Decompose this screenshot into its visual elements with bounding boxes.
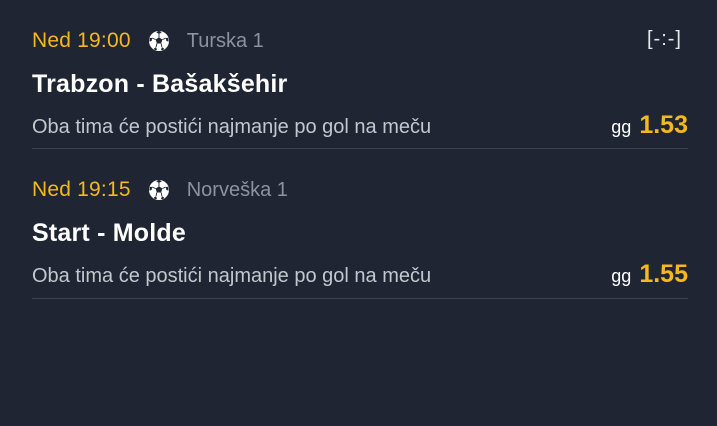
soccer-ball-icon [147, 179, 170, 201]
odd-value: 1.55 [639, 260, 688, 288]
market-description: Oba tima će postići najmanje po gol na m… [32, 116, 432, 138]
match-time: Ned 19:00 [32, 29, 131, 52]
score-placeholder: [-:-] [647, 28, 682, 50]
match-card[interactable]: Ned 19:00 Turska 1 [-:-] Trabzon - Bašak… [32, 0, 688, 149]
odd-value: 1.53 [639, 111, 688, 139]
league-name: Norveška 1 [186, 178, 288, 201]
league-name: Turska 1 [186, 29, 264, 52]
market-description: Oba tima će postići najmanje po gol na m… [32, 265, 432, 287]
odds-selection[interactable]: gg 1.53 [611, 111, 688, 140]
match-time: Ned 19:15 [32, 178, 131, 201]
bet-list: Ned 19:00 Turska 1 [-:-] Trabzon - Bašak… [32, 0, 688, 299]
match-teams: Trabzon - Bašakšehir [32, 70, 288, 98]
match-card[interactable]: Ned 19:15 Norveška 1 Start - Molde Oba t… [32, 149, 688, 299]
soccer-ball-icon [147, 30, 170, 52]
match-meta: Ned 19:15 Norveška 1 [32, 175, 688, 205]
pick-code: gg [611, 117, 632, 137]
match-meta: Ned 19:00 Turska 1 [-:-] [32, 26, 688, 56]
pick-code: gg [611, 266, 632, 286]
match-teams: Start - Molde [32, 219, 186, 247]
odds-selection[interactable]: gg 1.55 [611, 260, 688, 289]
